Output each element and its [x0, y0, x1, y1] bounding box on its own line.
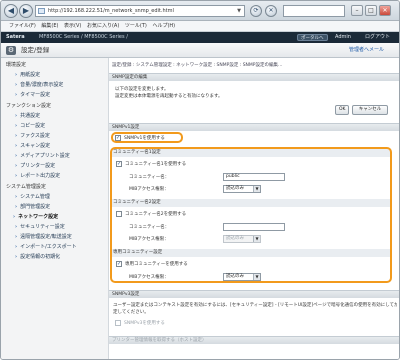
sidebar-item-system-admin[interactable]: システム管理	[15, 193, 50, 200]
snmpv3-description-1: ユーザー設定またはコンテキスト設定を有効にするには、[セキュリティー設定] - …	[113, 303, 397, 308]
sidebar-item-printer[interactable]: プリンター設定	[15, 162, 55, 169]
breadcrumb: 設定/登録 : システム管理設定 : ネットワーク設定 : SNMP設定 : S…	[112, 63, 283, 68]
page-title: 設定/登録	[21, 46, 50, 54]
sidebar-group-environment: 環境設定	[6, 62, 27, 68]
brand-logo: Satera	[6, 34, 25, 40]
snmpv1-section-header: SNMPv1設定	[109, 123, 399, 131]
chevron-down-icon: ▼	[253, 186, 260, 192]
menu-tools[interactable]: ツール(T)	[125, 21, 147, 32]
browser-window: ◀ ▶ http://192.168.222.51/m_network_snmp…	[0, 0, 400, 360]
community2-checkbox[interactable]	[116, 211, 122, 217]
snmpv3-section-header: SNMPv3設定	[109, 290, 399, 298]
cancel-button[interactable]: キャンセル	[352, 105, 388, 115]
community1-checkbox[interactable]: ✓	[116, 161, 122, 167]
address-url: http://192.168.222.51/m_network_snmp_edi…	[48, 8, 174, 14]
browser-titlebar: ◀ ▶ http://192.168.222.51/m_network_snmp…	[1, 1, 399, 21]
dedicated-checkbox[interactable]: ✓	[116, 261, 122, 267]
dedicated-access-value: 読込のみ	[226, 274, 244, 279]
address-bar[interactable]: http://192.168.222.51/m_network_snmp_edi…	[35, 5, 245, 17]
sidebar-item-security[interactable]: セキュリティー設定	[15, 223, 65, 230]
community1-access-value: 読込のみ	[226, 186, 244, 191]
forward-arrow-icon[interactable]: ▶	[19, 4, 33, 18]
snmpv1-label: SNMPv1を使用する	[124, 136, 165, 141]
sidebar-item-timer[interactable]: タイマー設定	[15, 91, 50, 98]
edit-section-header: SNMP設定の編集	[109, 73, 399, 81]
dedicated-label: 専用コミュニティーを使用する	[125, 262, 188, 267]
edit-description-2: 設定変更は本体電源を再起動すると有効になります。	[115, 94, 223, 99]
community2-label: コミュニティー名2を使用する	[125, 212, 187, 217]
sidebar-item-fax[interactable]: ファクス設定	[15, 132, 50, 139]
community2-access-select[interactable]: 読込のみ ▼	[223, 235, 261, 243]
settings-header: ⚙ 設定/登録 管理者へメール	[1, 43, 399, 58]
ok-button[interactable]: OK	[335, 105, 349, 115]
menu-view[interactable]: 表示(V)	[64, 21, 81, 32]
edit-description-1: 以下の設定を変更します。	[115, 87, 169, 92]
sidebar-item-network[interactable]: ネットワーク設定	[13, 213, 58, 220]
sidebar-item-media-print[interactable]: メディアプリント設定	[15, 152, 70, 159]
sidebar-item-copy[interactable]: コピー設定	[15, 122, 45, 129]
menu-favorites[interactable]: お気に入り(A)	[87, 21, 119, 32]
maximize-icon[interactable]: □	[365, 5, 377, 16]
printer-info-section-header: プリンター管理情報を取得する（ホスト設定）	[109, 336, 399, 344]
sidebar-item-volume[interactable]: 音量/濃度/表示設定	[15, 81, 63, 88]
community1-name-label: コミュニティー名：	[129, 175, 170, 180]
main-content: 設定/登録 : システム管理設定 : ネットワーク設定 : SNMP設定 : S…	[109, 58, 399, 359]
community1-name-input[interactable]: public	[223, 173, 285, 181]
sidebar-item-common[interactable]: 共通設定	[15, 112, 40, 119]
logout-link[interactable]: ログアウト	[365, 32, 390, 43]
page-icon	[38, 8, 45, 14]
community1-header: コミュニティー名1設定	[111, 149, 391, 157]
sidebar: 環境設定 用紙設定 音量/濃度/表示設定 タイマー設定 ファンクション設定 共通…	[1, 58, 109, 359]
menu-file[interactable]: ファイル(F)	[9, 21, 36, 32]
device-header: Satera MF8500C Series / MF8500C Series /…	[1, 32, 399, 43]
sidebar-item-department[interactable]: 部門管理設定	[15, 203, 50, 210]
snmpv3-checkbox[interactable]	[115, 320, 121, 326]
sidebar-item-remote[interactable]: 遠隔管理設定/転送設定	[15, 233, 72, 240]
snmpv1-checkbox[interactable]: ✓	[115, 135, 121, 141]
user-name: Admin	[335, 34, 351, 40]
stop-icon[interactable]: ✕	[265, 5, 277, 17]
sidebar-group-function: ファンクション設定	[6, 103, 52, 109]
menu-edit[interactable]: 編集(E)	[41, 21, 58, 32]
community1-label: コミュニティー名1を使用する	[125, 162, 187, 167]
community1-access-label: MIBアクセス権限：	[129, 187, 169, 192]
dedicated-access-select[interactable]: 読込のみ ▼	[223, 273, 261, 281]
community2-name-label: コミュニティー名：	[129, 225, 170, 230]
close-icon[interactable]: ✕	[379, 5, 391, 16]
community2-access-label: MIBアクセス権限：	[129, 237, 169, 242]
chevron-down-icon: ▼	[253, 274, 260, 280]
sidebar-item-import-export[interactable]: インポート/エクスポート	[15, 243, 77, 250]
sidebar-item-initialize[interactable]: 設定情報の初期化	[15, 253, 60, 260]
search-input[interactable]	[283, 5, 345, 17]
minimize-icon[interactable]: –	[351, 5, 363, 16]
refresh-icon[interactable]: ⟳	[250, 5, 262, 17]
community2-name-input[interactable]	[223, 223, 285, 231]
portal-button[interactable]: ポータルへ	[297, 34, 328, 41]
dedicated-access-label: MIBアクセス権限：	[129, 275, 169, 280]
community1-access-select[interactable]: 読込のみ ▼	[223, 185, 261, 193]
dedicated-header: 専用コミュニティー設定	[111, 249, 391, 257]
chevron-down-icon[interactable]: ▼	[237, 6, 241, 16]
sidebar-group-system: システム管理設定	[6, 184, 46, 190]
browser-menubar: ファイル(F) 編集(E) 表示(V) お気に入り(A) ツール(T) ヘルプ(…	[1, 21, 399, 32]
snmpv3-description-2: 定してください。	[113, 310, 149, 315]
sidebar-item-scan[interactable]: スキャン設定	[15, 142, 50, 149]
community2-header: コミュニティー名2設定	[111, 199, 391, 207]
gear-icon: ⚙	[6, 46, 16, 55]
sidebar-item-report[interactable]: レポート出力設定	[15, 172, 60, 179]
chevron-down-icon: ▼	[253, 236, 260, 242]
admin-mail-link[interactable]: 管理者へメール	[349, 43, 384, 58]
snmpv3-label: SNMPv3を使用する	[124, 321, 165, 326]
community2-access-value: 読込のみ	[226, 236, 244, 241]
menu-help[interactable]: ヘルプ(H)	[152, 21, 175, 32]
sidebar-item-paper[interactable]: 用紙設定	[15, 71, 40, 78]
back-arrow-icon[interactable]: ◀	[4, 4, 18, 18]
device-model: MF8500C Series / MF8500C Series /	[39, 34, 128, 40]
